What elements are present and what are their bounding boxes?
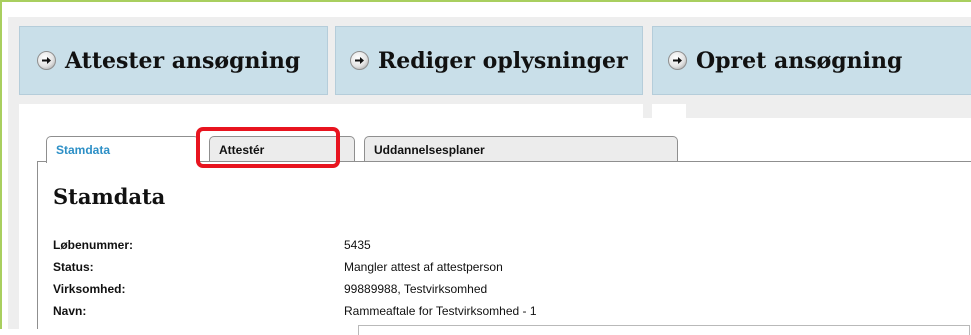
panel-top-left xyxy=(19,104,643,118)
tab-uddannelsesplaner[interactable]: Uddannelsesplaner xyxy=(364,136,678,161)
field-value: 5435 xyxy=(344,238,371,252)
field-label: Løbenummer: xyxy=(53,238,134,252)
attester-ansogning-button[interactable]: Attester ansøgning xyxy=(19,26,328,95)
field-value: Mangler attest af attestperson xyxy=(344,260,503,274)
field-value: 99889988, Testvirksomhed xyxy=(344,282,488,296)
rediger-oplysninger-button[interactable]: Rediger oplysninger xyxy=(335,26,643,95)
opret-ansogning-button[interactable]: Opret ansøgning xyxy=(652,26,971,95)
tab-attester[interactable]: Attestér xyxy=(209,136,355,161)
arrow-right-circle-icon xyxy=(350,51,369,70)
arrow-right-circle-icon xyxy=(668,51,687,70)
nav-button-label: Attester ansøgning xyxy=(65,47,301,74)
nav-button-label: Rediger oplysninger xyxy=(378,47,628,74)
stamdata-content: Stamdata Løbenummer: 5435 Status: Mangle… xyxy=(37,161,971,335)
tab-stamdata[interactable]: Stamdata xyxy=(46,136,199,163)
panel-top-mid xyxy=(652,104,686,118)
field-label: Navn: xyxy=(53,304,87,318)
arrow-right-circle-icon xyxy=(37,51,56,70)
tab-label: Attestér xyxy=(219,143,265,157)
field-label: Status: xyxy=(53,260,94,274)
section-title: Stamdata xyxy=(53,184,166,209)
field-value: Rammeaftale for Testvirksomhed - 1 xyxy=(344,304,537,318)
nav-button-label: Opret ansøgning xyxy=(696,47,903,74)
text-input-field[interactable] xyxy=(358,325,970,335)
tab-label: Stamdata xyxy=(56,143,111,157)
field-label: Virksomhed: xyxy=(53,282,126,296)
tab-label: Uddannelsesplaner xyxy=(374,143,485,157)
